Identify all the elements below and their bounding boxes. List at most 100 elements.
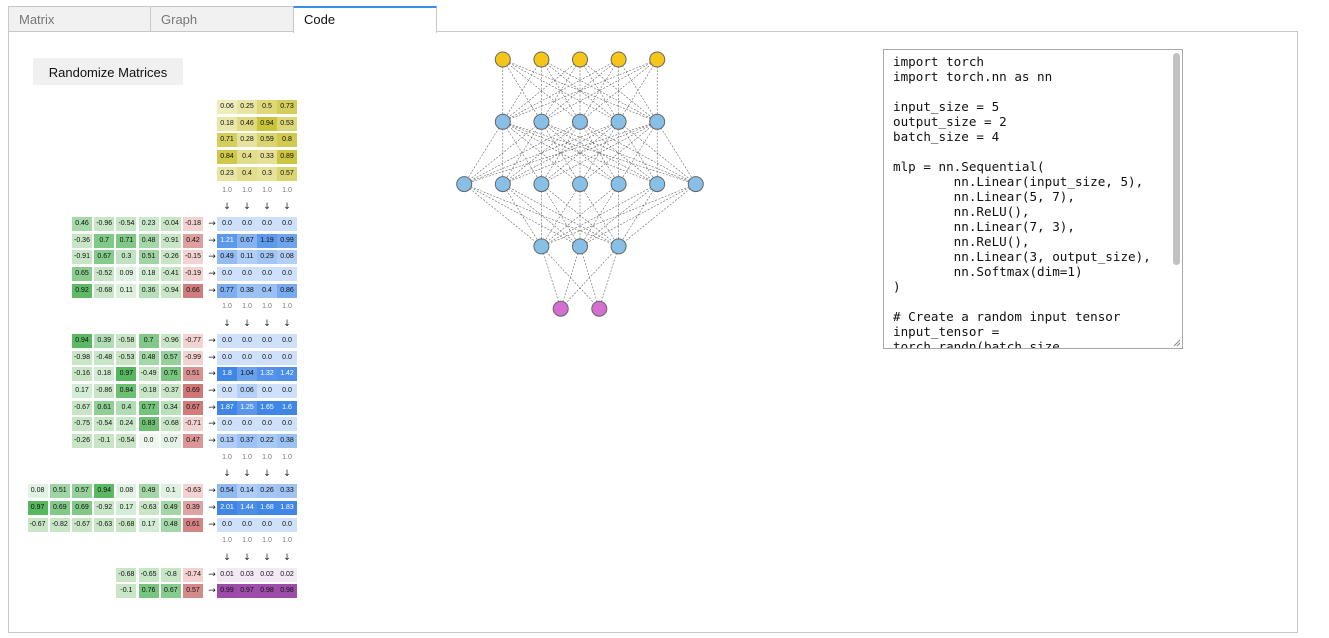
hidden-node xyxy=(533,238,550,255)
weight-matrix-cell: 0.57 xyxy=(160,350,181,365)
weight-matrix-cell: 0.61 xyxy=(94,400,115,415)
output-matrix-cell: 1.25 xyxy=(237,400,257,415)
output-matrix-cell: 0.0 xyxy=(217,350,237,365)
weight-matrix-cell: 0.97 xyxy=(116,367,137,382)
output-matrix-cell: 1.32 xyxy=(257,367,277,382)
weight-matrix-cell: -0.63 xyxy=(94,517,115,532)
output-matrix-cell: 0.0 xyxy=(217,417,237,432)
down-arrow-icon: ↓ xyxy=(243,469,251,480)
output-matrix-cell: 0.98 xyxy=(257,584,277,599)
output-matrix-cell: 0.0 xyxy=(277,216,297,231)
input-matrix-cell: 0.28 xyxy=(237,133,257,148)
bias-cell: -0.74 xyxy=(183,567,203,582)
weight-matrix-cell: -0.54 xyxy=(116,434,137,448)
bias-cell: 0.57 xyxy=(183,584,203,599)
ones-row-label: 1.0 xyxy=(222,303,232,311)
weight-matrix-cell: -0.82 xyxy=(49,517,70,532)
graph-edge xyxy=(463,121,504,185)
input-matrix-cell: 0.59 xyxy=(257,133,277,148)
output-matrix-cell: 0.0 xyxy=(257,267,277,281)
weight-matrix-cell: 0.17 xyxy=(138,517,159,532)
input-matrix-cell: 0.53 xyxy=(277,116,297,131)
output-matrix-cell: 0.0 xyxy=(257,517,277,532)
graph-edge xyxy=(541,246,561,309)
output-matrix-cell: 0.0 xyxy=(237,350,257,365)
weight-matrix-cell: 0.36 xyxy=(138,283,159,298)
weight-matrix-cell: 0.23 xyxy=(138,216,159,231)
tab-code[interactable]: Code xyxy=(293,6,437,33)
ones-row-label: 1.0 xyxy=(282,537,292,545)
weight-matrix-cell: 0.24 xyxy=(116,417,137,432)
weight-matrix-cell: 0.67 xyxy=(160,584,181,599)
output-node xyxy=(591,300,608,317)
down-arrow-icon: ↓ xyxy=(283,319,291,330)
graph-edge xyxy=(560,246,581,309)
weight-matrix-cell: -0.68 xyxy=(94,283,115,298)
output-matrix-cell: 0.0 xyxy=(257,216,277,231)
input-matrix-cell: 0.4 xyxy=(237,150,257,165)
weight-matrix-cell: 0.39 xyxy=(94,333,115,348)
output-matrix-cell: 0.97 xyxy=(237,584,257,599)
weight-matrix-cell: -0.1 xyxy=(94,434,115,448)
graph-edge xyxy=(656,121,697,185)
weight-matrix-cell: -0.68 xyxy=(160,417,181,432)
weight-matrix-cell: 0.92 xyxy=(72,283,92,298)
output-matrix-cell: 0.13 xyxy=(217,434,237,448)
down-arrow-icon: ↓ xyxy=(243,202,251,213)
scrollbar-thumb[interactable] xyxy=(1173,53,1180,265)
output-matrix-cell: 0.01 xyxy=(217,567,237,582)
bias-cell: 0.66 xyxy=(183,283,203,298)
hidden-node xyxy=(572,238,588,255)
weight-matrix-cell: 0.46 xyxy=(72,216,92,231)
weight-matrix-cell: 0.18 xyxy=(138,267,159,281)
hidden-node xyxy=(649,113,666,130)
hidden-node xyxy=(610,176,627,193)
hidden-node xyxy=(494,113,511,130)
weight-matrix-cell: 0.65 xyxy=(72,267,92,281)
weight-matrix-cell: 0.57 xyxy=(72,484,92,499)
output-matrix-cell: 0.08 xyxy=(277,250,297,265)
weight-matrix-cell: 0.48 xyxy=(160,517,181,532)
input-matrix-cell: 0.23 xyxy=(217,166,237,181)
input-matrix-cell: 0.46 xyxy=(237,116,257,131)
input-matrix-cell: 0.73 xyxy=(277,100,297,114)
weight-matrix-cell: 0.83 xyxy=(138,417,159,432)
ones-row-label: 1.0 xyxy=(242,186,252,194)
weight-matrix-cell: 0.3 xyxy=(116,250,137,265)
weight-matrix-cell: 0.08 xyxy=(116,484,137,499)
hidden-node xyxy=(610,113,627,130)
output-matrix-cell: 0.03 xyxy=(237,567,257,582)
down-arrow-icon: ↓ xyxy=(283,202,291,213)
graph-edge xyxy=(560,246,619,309)
input-node xyxy=(649,51,666,68)
weight-matrix-cell: 0.08 xyxy=(27,484,48,499)
weight-matrix-cell: 0.7 xyxy=(94,233,115,248)
down-arrow-icon: ↓ xyxy=(283,469,291,480)
output-matrix-cell: 1.83 xyxy=(277,500,297,515)
resize-handle-icon[interactable] xyxy=(1173,339,1181,347)
ones-row-label: 1.0 xyxy=(262,303,272,311)
bias-cell: -0.18 xyxy=(183,216,203,231)
weight-matrix-cell: 0.18 xyxy=(94,367,115,382)
weight-matrix-cell: 0.84 xyxy=(116,383,137,398)
output-matrix-cell: 1.42 xyxy=(277,367,297,382)
weight-matrix-cell: 0.4 xyxy=(116,400,137,415)
input-matrix-cell: 0.71 xyxy=(217,133,237,148)
ones-row-label: 1.0 xyxy=(222,537,232,545)
weight-matrix-cell: -0.65 xyxy=(138,567,159,582)
code-textarea[interactable]: import torch import torch.nn as nn input… xyxy=(883,49,1183,349)
ones-row-label: 1.0 xyxy=(262,453,272,461)
output-matrix-cell: 0.0 xyxy=(277,333,297,348)
weight-matrix-cell: -0.67 xyxy=(27,517,48,532)
output-matrix-cell: 1.6 xyxy=(277,400,297,415)
weight-matrix-cell: -0.98 xyxy=(72,350,92,365)
weight-matrix-cell: 0.0 xyxy=(138,434,159,448)
output-matrix-cell: 0.77 xyxy=(217,283,237,298)
weight-matrix-cell: -0.49 xyxy=(138,367,159,382)
weight-matrix-cell: -0.75 xyxy=(72,417,92,432)
ones-row-label: 1.0 xyxy=(282,453,292,461)
weight-matrix-cell: 0.7 xyxy=(138,333,159,348)
output-matrix-cell: 1.87 xyxy=(217,400,237,415)
weight-matrix-cell: -0.54 xyxy=(94,417,115,432)
output-matrix-cell: 1.44 xyxy=(237,500,257,515)
